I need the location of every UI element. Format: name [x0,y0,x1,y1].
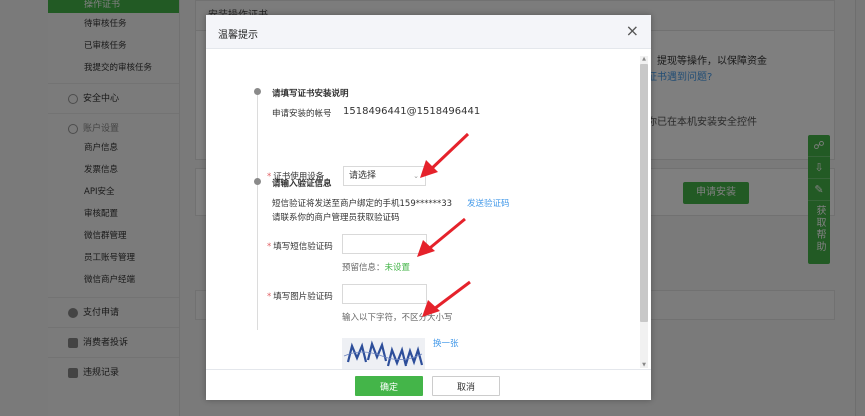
scroll-up-icon[interactable]: ▲ [640,56,648,62]
sms-code-label: * 填写短信验证码 [267,240,333,252]
sms-code-label-text: 填写短信验证码 [273,242,333,252]
section-title-install-info: 请填写证书安装说明 [272,89,349,99]
dialog-scrollbar[interactable]: ▲ ▼ [640,56,648,368]
confirm-button[interactable]: 确定 [355,376,423,396]
dialog-title: 温馨提示 [218,30,258,41]
timeline-line [257,90,258,330]
send-sms-code-link[interactable]: 发送验证码 [467,197,510,209]
account-label: 申请安装的帐号 [272,109,332,119]
device-select[interactable]: 请选择 ⌄ [343,166,426,186]
sms-code-input[interactable] [342,234,427,254]
device-select-value: 请选择 [349,171,377,181]
chevron-down-icon: ⌄ [413,172,419,180]
scrollbar-thumb[interactable] [640,64,648,322]
required-mark: * [267,172,272,182]
cancel-button[interactable]: 取消 [432,376,500,396]
reserved-info-label: 预留信息： [342,263,385,273]
dialog-footer: 确定 取消 [206,369,651,400]
captcha-label: * 填写图片验证码 [267,290,333,302]
refresh-captcha-link[interactable]: 换一张 [433,337,459,349]
account-value: 1518496441@1518496441 [343,106,481,117]
scroll-down-icon[interactable]: ▼ [640,362,648,368]
tip-dialog: 温馨提示 × 请填写证书安装说明 申请安装的帐号 1518496441@1518… [206,15,651,400]
dialog-header: 温馨提示 × [206,15,651,49]
required-mark: * [267,242,272,252]
required-mark: * [267,292,272,302]
reserved-info: 预留信息：未设置 [342,261,410,273]
step-dot [254,178,261,185]
captcha-glyphs [343,340,424,367]
step-dot [254,88,261,95]
sms-notice: 短信验证将发送至商户绑定的手机159******33 [272,199,453,209]
reserved-info-value: 未设置 [384,263,411,273]
section-title-verify: 请输入验证信息 [272,179,332,189]
dialog-body: 请填写证书安装说明 申请安装的帐号 1518496441@1518496441 … [206,50,651,372]
captcha-hint: 输入以下字符，不区分大小写 [342,313,453,323]
captcha-label-text: 填写图片验证码 [273,292,333,302]
contact-admin-notice: 请联系你的商户管理员获取验证码 [272,213,400,223]
captcha-input[interactable] [342,284,427,304]
close-icon[interactable]: × [626,22,639,40]
captcha-image [342,338,425,371]
